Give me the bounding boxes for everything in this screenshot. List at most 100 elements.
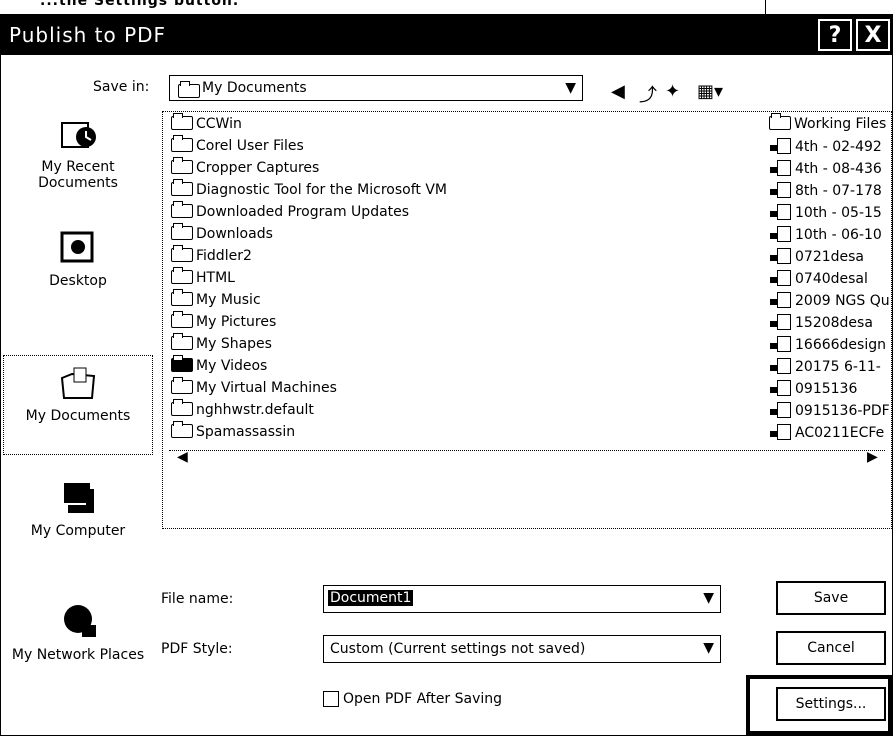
folder-icon <box>171 245 193 262</box>
new-folder-icon[interactable]: ✦ <box>665 81 680 102</box>
publish-to-pdf-dialog: Publish to PDF ? X Save in: My Documents… <box>0 14 893 736</box>
place-my-recent-documents[interactable]: My Recent Documents <box>3 115 153 191</box>
scroll-right-icon[interactable]: ▶ <box>867 449 878 465</box>
folder-icon <box>171 377 193 394</box>
list-item[interactable]: 20175 6-11- <box>770 358 881 375</box>
list-item[interactable]: My Music <box>171 289 261 308</box>
pdf-file-icon <box>770 270 791 286</box>
pdf-style-value: Custom (Current settings not saved) <box>330 641 586 657</box>
list-item[interactable]: Diagnostic Tool for the Microsoft VM <box>171 179 447 198</box>
settings-button[interactable]: Settings... <box>776 687 886 721</box>
list-item[interactable]: 15208desa <box>770 314 873 331</box>
my-computer-icon <box>64 483 94 513</box>
list-item[interactable]: 0740desal <box>770 270 868 287</box>
pdf-file-icon <box>770 248 791 264</box>
list-item[interactable]: My Shapes <box>171 333 272 352</box>
chevron-down-icon: ▼ <box>703 590 714 606</box>
list-item[interactable]: 10th - 06-10 <box>770 226 882 243</box>
pdf-file-icon <box>770 314 791 330</box>
place-my-documents[interactable]: My Documents <box>3 355 153 455</box>
dialog-title: Publish to PDF <box>9 23 167 47</box>
music-folder-icon <box>171 289 193 306</box>
chevron-down-icon: ▼ <box>565 80 576 96</box>
title-bar: Publish to PDF ? X <box>1 15 892 55</box>
pictures-folder-icon <box>171 311 193 328</box>
list-item[interactable]: 4th - 08-436 <box>770 160 882 177</box>
list-item[interactable]: Corel User Files <box>171 135 304 154</box>
list-item[interactable]: nghhwstr.default <box>171 399 314 418</box>
folder-icon <box>171 223 193 240</box>
up-folder-icon[interactable]: ⤴ <box>639 81 657 107</box>
save-in-dropdown[interactable]: My Documents ▼ <box>169 75 583 101</box>
folder-icon <box>178 81 203 100</box>
views-menu-icon[interactable]: ▦▾ <box>697 81 723 102</box>
pdf-file-icon <box>770 160 791 176</box>
file-name-value: Document1 <box>328 590 414 606</box>
open-pdf-after-saving-checkbox[interactable] <box>323 691 339 707</box>
place-desktop[interactable]: Desktop <box>3 229 153 289</box>
list-item[interactable]: 4th - 02-492 <box>770 138 882 155</box>
list-item[interactable]: Working Files <box>769 113 886 132</box>
top-fragment-text: ...the Settings button. <box>40 0 240 9</box>
list-item[interactable]: 0915136 <box>770 380 857 397</box>
scroll-left-icon[interactable]: ◀ <box>177 449 188 465</box>
recent-documents-icon <box>61 122 96 148</box>
list-item[interactable]: 0721desa <box>770 248 864 265</box>
pdf-file-icon <box>770 182 791 198</box>
pdf-file-icon <box>770 402 791 418</box>
network-places-icon <box>64 605 96 637</box>
folder-icon <box>171 267 193 284</box>
pdf-style-dropdown[interactable]: Custom (Current settings not saved) ▼ <box>323 635 721 663</box>
folder-icon <box>171 179 193 196</box>
folder-icon <box>769 113 791 130</box>
place-my-computer[interactable]: My Computer <box>3 479 153 539</box>
pdf-file-icon <box>770 336 791 352</box>
place-my-network-places[interactable]: My Network Places <box>3 603 153 663</box>
list-item[interactable]: Fiddler2 <box>171 245 252 264</box>
list-item[interactable]: AC0211ECFe <box>770 424 884 441</box>
pdf-file-icon <box>770 292 791 308</box>
file-name-label: File name: <box>161 591 234 607</box>
file-list[interactable]: CCWin Corel User Files Cropper Captures … <box>162 111 892 529</box>
list-item[interactable]: 16666design <box>770 336 886 353</box>
folder-icon <box>171 135 193 152</box>
shapes-folder-icon <box>171 333 193 350</box>
place-label: My Computer <box>30 523 126 539</box>
help-button[interactable]: ? <box>818 19 852 51</box>
pdf-file-icon <box>770 226 791 242</box>
list-item[interactable]: Downloads <box>171 223 273 242</box>
list-item[interactable]: Downloaded Program Updates <box>171 201 409 220</box>
list-item[interactable]: CCWin <box>171 113 242 132</box>
list-item[interactable]: My Videos <box>171 355 267 374</box>
desktop-icon <box>60 231 94 263</box>
folder-icon <box>171 399 193 416</box>
list-item[interactable]: My Virtual Machines <box>171 377 337 396</box>
save-in-value: My Documents <box>202 80 307 96</box>
list-item[interactable]: 0915136-PDF <box>770 402 890 419</box>
list-item[interactable]: 8th - 07-178 <box>770 182 882 199</box>
folder-icon <box>171 113 193 130</box>
divider <box>765 0 766 14</box>
place-label: My Recent Documents <box>38 159 118 191</box>
place-label: Desktop <box>49 273 107 289</box>
videos-folder-icon <box>171 355 193 372</box>
pdf-style-label: PDF Style: <box>161 641 233 657</box>
list-item[interactable]: 10th - 05-15 <box>770 204 882 221</box>
my-documents-icon <box>60 367 96 399</box>
close-button[interactable]: X <box>856 19 890 51</box>
list-item[interactable]: Cropper Captures <box>171 157 319 176</box>
back-icon[interactable]: ◀ <box>611 81 625 102</box>
place-label: My Documents <box>25 408 131 424</box>
list-item[interactable]: 2009 NGS Qu <box>770 292 890 309</box>
list-item[interactable]: Spamassassin <box>171 421 295 440</box>
horizontal-scrollbar[interactable]: ◀ ▶ <box>169 449 885 465</box>
folder-icon <box>171 201 193 218</box>
list-item[interactable]: HTML <box>171 267 235 286</box>
cancel-button[interactable]: Cancel <box>776 631 886 665</box>
file-name-field[interactable]: Document1 ▼ <box>323 585 721 613</box>
pdf-file-icon <box>770 138 791 154</box>
pdf-file-icon <box>770 380 791 396</box>
list-item[interactable]: My Pictures <box>171 311 276 330</box>
save-button[interactable]: Save <box>776 581 886 615</box>
open-pdf-after-saving-label: Open PDF After Saving <box>343 691 503 707</box>
